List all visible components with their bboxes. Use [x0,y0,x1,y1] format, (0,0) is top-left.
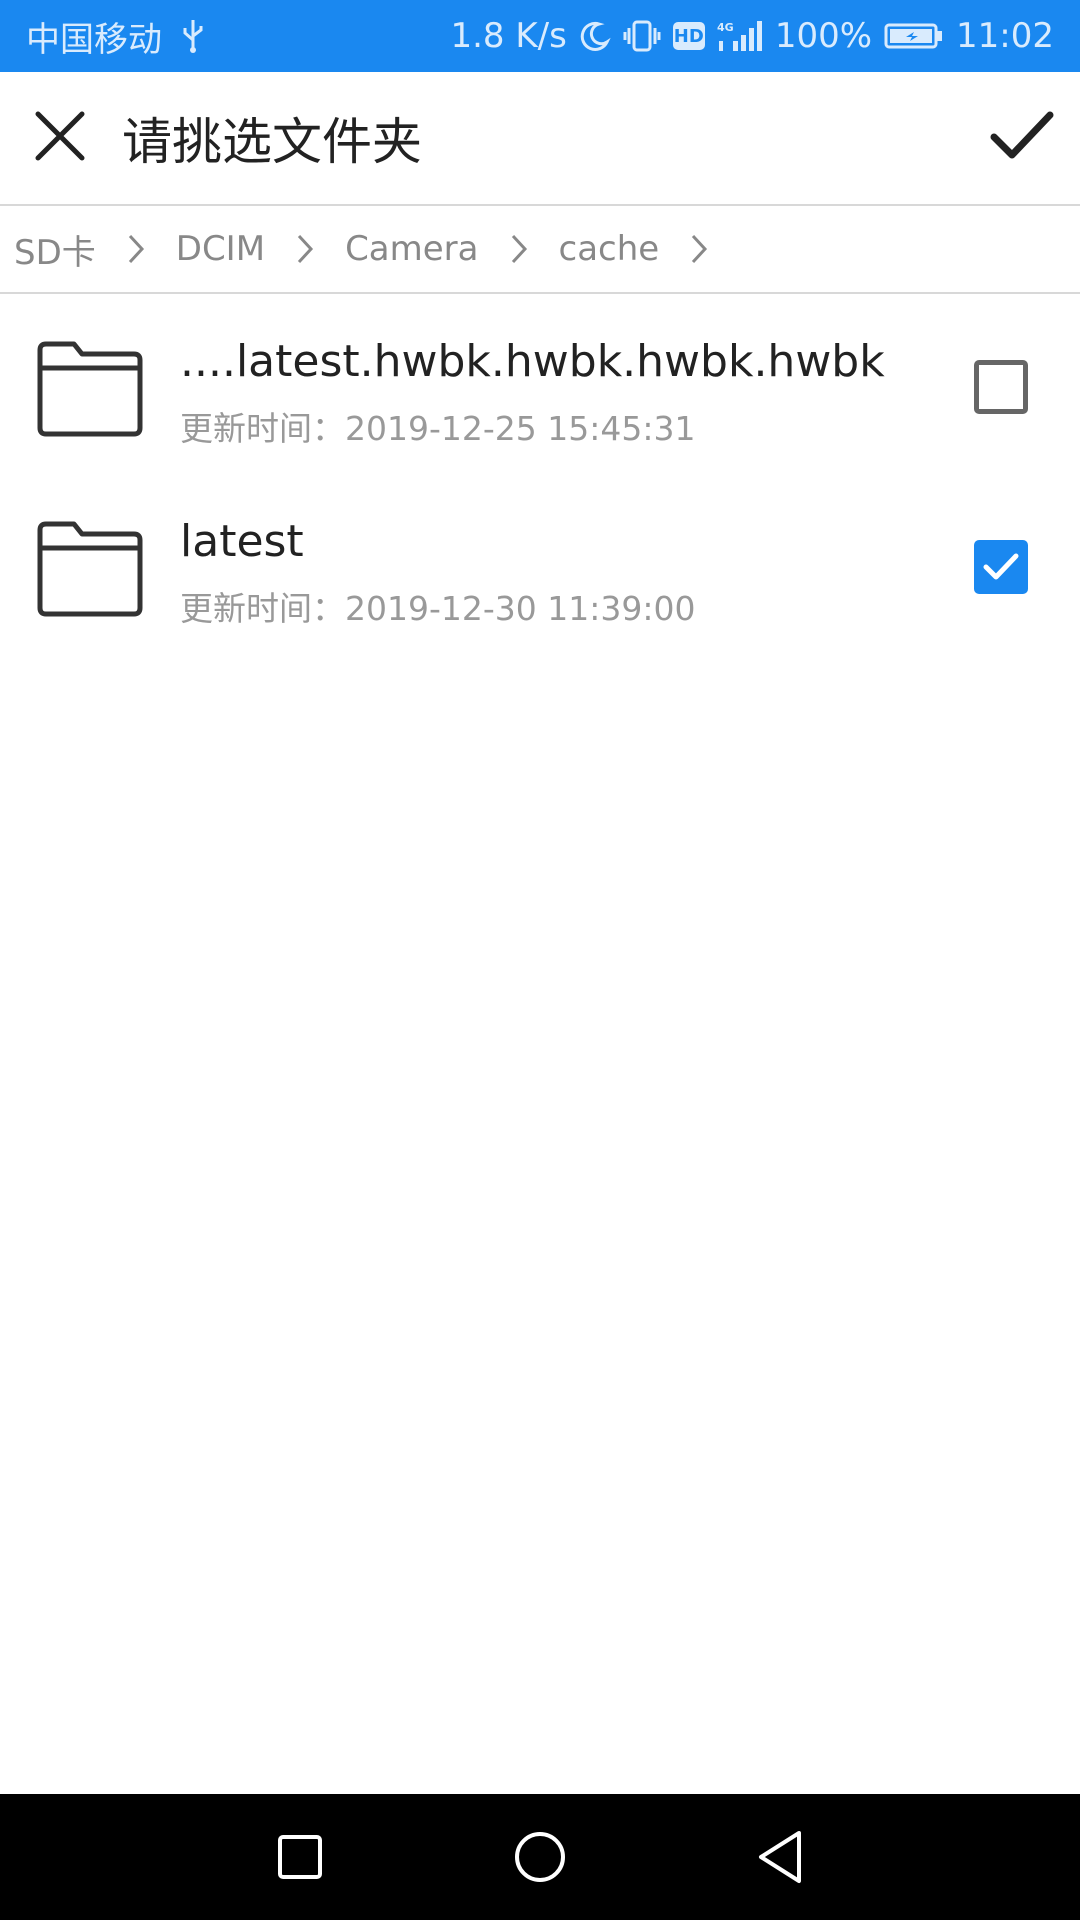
svg-text:4G: 4G [717,21,734,34]
folder-checkbox[interactable] [974,360,1028,414]
status-left: 中国移动 [26,0,206,72]
folder-icon [37,521,143,617]
navigation-bar [0,1794,1080,1920]
signal-icon: 4G [717,19,763,53]
home-button[interactable] [510,1827,570,1887]
chevron-right-icon [659,219,739,279]
hd-icon: HD [672,22,705,50]
list-item[interactable]: latest 更新时间：2019-12-30 11:39:00 [0,476,1080,656]
close-icon [35,111,85,161]
chevron-right-icon [96,219,176,279]
recents-icon [278,1835,322,1879]
breadcrumb-item-camera[interactable]: Camera [345,229,478,269]
usb-icon [180,18,206,54]
battery-percent: 100% [774,16,873,56]
moon-icon [579,20,611,52]
confirm-button[interactable] [982,100,1062,172]
network-speed: 1.8 K/s [450,16,567,56]
status-right: 1.8 K/s HD 4G 100% 11:02 [450,0,1054,72]
back-icon [759,1831,801,1883]
folder-name: ....latest.hwbk.hwbk.hwbk.hwbk [180,336,885,387]
title-bar: 请挑选文件夹 [0,72,1080,206]
back-button[interactable] [750,1827,810,1887]
home-icon [515,1832,565,1882]
breadcrumb-item-sd-card[interactable]: SD卡 [14,225,96,274]
folder-list: ....latest.hwbk.hwbk.hwbk.hwbk 更新时间：2019… [0,296,1080,656]
breadcrumb-item-dcim[interactable]: DCIM [176,229,265,269]
check-icon [990,111,1054,159]
breadcrumb-item-cache[interactable]: cache [559,229,660,269]
folder-updated-time: 更新时间：2019-12-25 15:45:31 [180,409,696,448]
folder-name: latest [180,516,304,567]
folder-checkbox[interactable] [974,540,1028,594]
recents-button[interactable] [270,1827,330,1887]
carrier-label: 中国移动 [26,19,162,60]
screen: 中国移动 1.8 K/s HD 4G 100% 11:02 请挑选文件夹 SD卡… [0,0,1080,1920]
checkmark-icon [983,553,1019,580]
list-item[interactable]: ....latest.hwbk.hwbk.hwbk.hwbk 更新时间：2019… [0,296,1080,476]
battery-icon [884,21,944,51]
clock: 11:02 [956,16,1054,56]
vibrate-icon [623,19,661,53]
chevron-right-icon [479,219,559,279]
breadcrumb: SD卡 DCIM Camera cache [0,206,1080,294]
status-bar: 中国移动 1.8 K/s HD 4G 100% 11:02 [0,0,1080,72]
chevron-right-icon [265,219,345,279]
folder-icon [37,341,143,437]
page-title: 请挑选文件夹 [122,113,422,171]
close-button[interactable] [24,100,96,172]
folder-updated-time: 更新时间：2019-12-30 11:39:00 [180,589,696,628]
